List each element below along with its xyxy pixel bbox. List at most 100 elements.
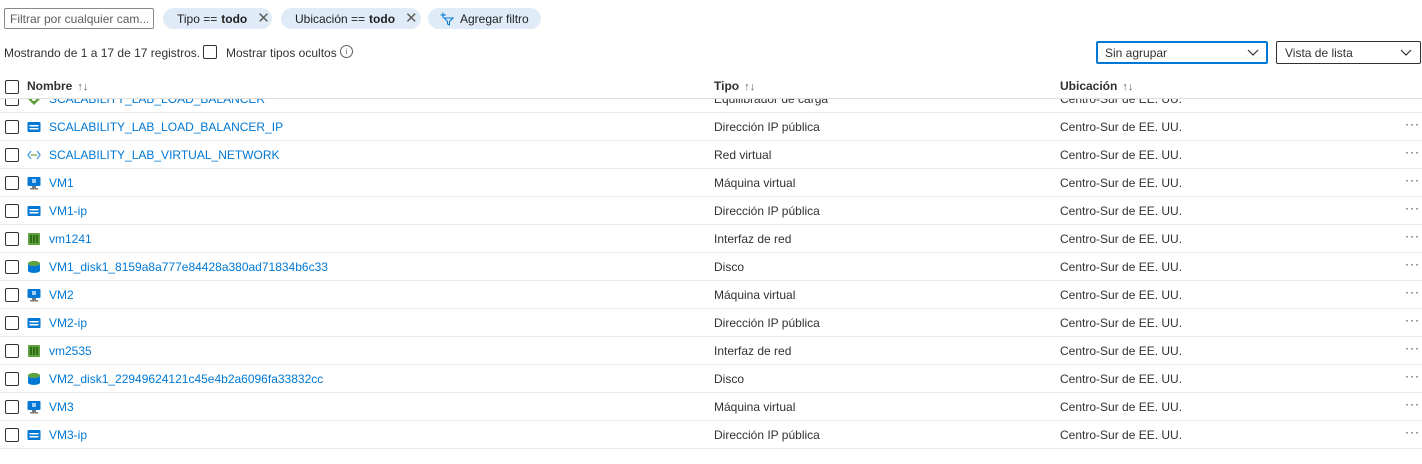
- row-checkbox[interactable]: [5, 99, 19, 106]
- public-ip-icon: [27, 120, 41, 134]
- row-checkbox[interactable]: [5, 316, 19, 330]
- table-row[interactable]: SCALABILITY_LAB_LOAD_BALANCER Equilibrado…: [0, 99, 1422, 113]
- row-divider: [0, 448, 1422, 449]
- table-row[interactable]: VM2_disk1_22949624121c45e4b2a6096fa33832…: [0, 365, 1422, 393]
- more-actions-icon[interactable]: ···: [1405, 201, 1420, 215]
- table-row[interactable]: SCALABILITY_LAB_VIRTUAL_NETWORK Red virtu…: [0, 141, 1422, 169]
- resource-table-body[interactable]: SCALABILITY_LAB_LOAD_BALANCER Equilibrado…: [0, 99, 1422, 464]
- more-actions-icon[interactable]: ···: [1405, 173, 1420, 187]
- select-all-checkbox[interactable]: [5, 80, 19, 94]
- row-checkbox[interactable]: [5, 176, 19, 190]
- chevron-down-icon: [1400, 49, 1412, 56]
- resource-type: Máquina virtual: [714, 288, 796, 302]
- more-actions-icon[interactable]: ···: [1405, 313, 1420, 327]
- filter-pill-type[interactable]: Tipo == todo ✕: [163, 8, 272, 29]
- more-actions-icon[interactable]: ···: [1405, 99, 1420, 103]
- column-header-type-label: Tipo: [714, 79, 740, 93]
- resource-type: Interfaz de red: [714, 232, 792, 246]
- grouping-dropdown[interactable]: Sin agrupar: [1096, 41, 1268, 64]
- table-row[interactable]: VM1-ip Dirección IP pública Centro-Sur de …: [0, 197, 1422, 225]
- row-checkbox[interactable]: [5, 120, 19, 134]
- table-row[interactable]: VM3 Máquina virtual Centro-Sur de EE. UU. ·…: [0, 393, 1422, 421]
- more-actions-icon[interactable]: ···: [1405, 425, 1420, 439]
- table-row[interactable]: VM2 Máquina virtual Centro-Sur de EE. UU. ·…: [0, 281, 1422, 309]
- resource-name-link[interactable]: VM1_disk1_8159a8a777e84428a380ad71834b6c…: [49, 260, 328, 274]
- info-icon[interactable]: i: [340, 45, 353, 58]
- resource-location: Centro-Sur de EE. UU.: [1060, 232, 1183, 246]
- table-row[interactable]: VM3-ip Dirección IP pública Centro-Sur de …: [0, 421, 1422, 449]
- resource-type: Disco: [714, 372, 745, 386]
- view-mode-dropdown[interactable]: Vista de lista: [1276, 41, 1421, 64]
- search-input[interactable]: [4, 8, 154, 29]
- resource-type: Red virtual: [714, 148, 772, 162]
- resource-location: Centro-Sur de EE. UU.: [1060, 120, 1183, 134]
- more-actions-icon[interactable]: ···: [1405, 145, 1420, 159]
- resource-location: Centro-Sur de EE. UU.: [1060, 99, 1183, 106]
- resource-type: Disco: [714, 260, 745, 274]
- more-actions-icon[interactable]: ···: [1405, 341, 1420, 355]
- table-row[interactable]: VM1 Máquina virtual Centro-Sur de EE. UU. ·…: [0, 169, 1422, 197]
- resource-name-link[interactable]: VM2_disk1_22949624121c45e4b2a6096fa33832…: [49, 372, 323, 386]
- table-row[interactable]: SCALABILITY_LAB_LOAD_BALANCER_IP Direcció…: [0, 113, 1422, 141]
- row-checkbox[interactable]: [5, 148, 19, 162]
- resource-type: Dirección IP pública: [714, 316, 820, 330]
- resource-type: Interfaz de red: [714, 344, 792, 358]
- more-actions-icon[interactable]: ···: [1405, 257, 1420, 271]
- table-row[interactable]: vm2535 Interfaz de red Centro-Sur de EE. U…: [0, 337, 1422, 365]
- row-checkbox[interactable]: [5, 288, 19, 302]
- filter-pill-location-label: Ubicación ==: [295, 11, 366, 26]
- table-row[interactable]: vm1241 Interfaz de red Centro-Sur de EE. U…: [0, 225, 1422, 253]
- row-checkbox[interactable]: [5, 232, 19, 246]
- sort-icon: ↑↓: [77, 81, 89, 93]
- row-checkbox[interactable]: [5, 204, 19, 218]
- resource-location: Centro-Sur de EE. UU.: [1060, 344, 1183, 358]
- chevron-down-icon: [1247, 49, 1259, 56]
- resource-name-link[interactable]: VM2-ip: [49, 316, 87, 330]
- resource-type: Equilibrador de carga: [714, 99, 829, 106]
- more-actions-icon[interactable]: ···: [1405, 369, 1420, 383]
- resource-name-link[interactable]: VM2: [49, 288, 74, 302]
- row-checkbox[interactable]: [5, 400, 19, 414]
- row-checkbox[interactable]: [5, 344, 19, 358]
- table-row[interactable]: VM1_disk1_8159a8a777e84428a380ad71834b6c…: [0, 253, 1422, 281]
- resource-name-link[interactable]: VM1: [49, 176, 74, 190]
- resource-name-link[interactable]: VM1-ip: [49, 204, 87, 218]
- row-checkbox[interactable]: [5, 372, 19, 386]
- filter-pill-type-value: todo: [221, 11, 248, 26]
- sort-icon: ↑↓: [744, 81, 756, 93]
- add-filter-label: Agregar filtro: [460, 11, 529, 26]
- more-actions-icon[interactable]: ···: [1405, 117, 1420, 131]
- row-checkbox[interactable]: [5, 428, 19, 442]
- load-balancer-icon: [27, 99, 41, 106]
- resource-name-link[interactable]: vm2535: [49, 344, 92, 358]
- more-actions-icon[interactable]: ···: [1405, 229, 1420, 243]
- table-row[interactable]: VM2-ip Dirección IP pública Centro-Sur de …: [0, 309, 1422, 337]
- column-header-location-label: Ubicación: [1060, 79, 1118, 93]
- resource-location: Centro-Sur de EE. UU.: [1060, 148, 1183, 162]
- public-ip-icon: [27, 204, 41, 218]
- resource-location: Centro-Sur de EE. UU.: [1060, 428, 1183, 442]
- network-interface-icon: [27, 232, 41, 246]
- disk-icon: [27, 372, 41, 386]
- column-header-name[interactable]: Nombre ↑↓: [27, 79, 88, 93]
- resource-name-link[interactable]: vm1241: [49, 232, 92, 246]
- row-checkbox[interactable]: [5, 260, 19, 274]
- resource-name-link[interactable]: VM3: [49, 400, 74, 414]
- close-icon[interactable]: ✕: [257, 11, 270, 26]
- filter-pill-location[interactable]: Ubicación == todo ✕: [281, 8, 421, 29]
- show-hidden-types-checkbox[interactable]: [203, 45, 217, 59]
- more-actions-icon[interactable]: ···: [1405, 397, 1420, 411]
- resource-name-link[interactable]: VM3-ip: [49, 428, 87, 442]
- resource-name-link[interactable]: SCALABILITY_LAB_LOAD_BALANCER_IP: [49, 120, 283, 134]
- column-header-type[interactable]: Tipo ↑↓: [714, 79, 755, 93]
- close-icon[interactable]: ✕: [405, 11, 418, 26]
- resource-name-link[interactable]: SCALABILITY_LAB_VIRTUAL_NETWORK: [49, 148, 280, 162]
- more-actions-icon[interactable]: ···: [1405, 285, 1420, 299]
- show-hidden-types-label: Mostrar tipos ocultos: [226, 46, 337, 60]
- column-header-location[interactable]: Ubicación ↑↓: [1060, 79, 1133, 93]
- filter-pill-type-label: Tipo ==: [177, 11, 218, 26]
- column-header-name-label: Nombre: [27, 79, 73, 93]
- resource-location: Centro-Sur de EE. UU.: [1060, 204, 1183, 218]
- add-filter-button[interactable]: Agregar filtro: [428, 8, 541, 29]
- resource-name-link[interactable]: SCALABILITY_LAB_LOAD_BALANCER: [49, 99, 265, 106]
